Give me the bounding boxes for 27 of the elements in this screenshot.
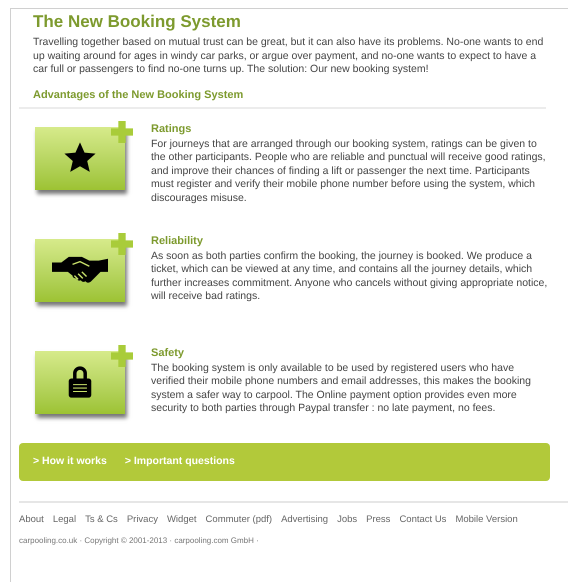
intro-paragraph: Travelling together based on mutual trust can be great, but it can also have its problems. No-one wants to end up waiting around for ages in windy car parks, or argue over payment, and no-one wants to expect to have a car full or passengers to find no-one turns up. The solution: Our new booking system! — [33, 36, 544, 76]
plus-icon — [111, 344, 133, 366]
footer-link[interactable]: Legal — [52, 512, 76, 527]
handshake-icon — [52, 255, 108, 285]
plus-icon — [111, 120, 133, 142]
plus-icon — [111, 232, 133, 254]
footer-link[interactable]: Contact Us — [399, 512, 446, 527]
footer-link[interactable]: Privacy — [126, 512, 158, 527]
section-heading: Advantages of the New Booking System — [33, 88, 244, 102]
footer-link[interactable]: About — [19, 512, 44, 527]
feature-heading: Safety — [151, 346, 186, 360]
feature-heading: Reliability — [151, 234, 204, 248]
footer-link[interactable]: Widget — [166, 512, 197, 527]
feature-description: The booking system is only available to be used by registered users who have verified their mobile phone numbers and email addresses, this makes the booking system a safer way to carpool. The Online payment option provides even more security to both parties through Paypal transfer : no late payment, no fees. — [151, 362, 532, 416]
star-icon — [63, 141, 97, 175]
feature-description: For journeys that are arranged through our booking system, ratings can be given to the other participants. People who are reliable and punctual will receive good ratings, and improve their chances of finding a lift or passenger the next time. Participants must register and verify their mobile phone number before using the system, which discourages misuse. — [151, 138, 547, 205]
footer-link[interactable]: Press — [366, 512, 390, 527]
footer-link[interactable]: Ts & Cs — [85, 512, 118, 527]
copyright-text: carpooling.co.uk · Copyright © 2001-2013 · carpooling.com GmbH · — [19, 534, 260, 547]
feature-description: As soon as both parties confirm the booking, the journey is booked. We produce a ticket, which can be viewed at any time, and contains all the journey details, which further increases commitment. Anyone who cancels without giving appropriate notice, will receive bad ratings. — [151, 250, 548, 304]
padlock-icon — [67, 364, 93, 400]
footer-link[interactable]: Mobile Version — [455, 512, 518, 527]
footer-link[interactable]: Advertising — [281, 512, 328, 527]
page-title: The New Booking System — [33, 11, 242, 33]
footer-link[interactable]: Jobs — [337, 512, 358, 527]
footer-link[interactable]: Commuter (pdf) — [206, 512, 272, 527]
feature-heading: Ratings — [151, 122, 192, 136]
